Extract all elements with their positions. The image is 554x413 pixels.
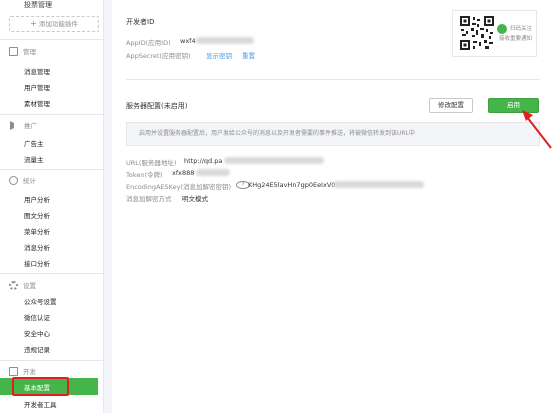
sidebar-item-api-analysis[interactable]: 接口分析 xyxy=(24,258,50,268)
server-config-title: 服务器配置(未启用) xyxy=(126,102,188,110)
qr-line2: 接收重要通知 xyxy=(499,36,533,42)
sidebar-item-materials[interactable]: 素材管理 xyxy=(24,98,50,108)
sidebar-item-messages[interactable]: 消息管理 xyxy=(24,66,50,76)
speaker-icon xyxy=(10,120,19,130)
encrypt-mode-label: 消息加解密方式 xyxy=(126,195,172,203)
sidebar-item-message-analysis[interactable]: 消息分析 xyxy=(24,242,50,252)
sidebar-item-article-analysis[interactable]: 图文分析 xyxy=(24,210,50,220)
main-panel: 开发者ID AppID(应用ID) wxf4 AppSecret(应用密钥) 显… xyxy=(112,0,554,413)
section-divider xyxy=(126,79,540,80)
sidebar-item-security[interactable]: 安全中心 xyxy=(24,328,50,338)
sidebar-item-users[interactable]: 用户管理 xyxy=(24,82,50,92)
sidebar: 投票管理 + 添加功能插件 管理 消息管理 用户管理 素材管理 推广 广告主 流量… xyxy=(0,0,104,413)
nav-group-title: 管理 xyxy=(23,48,36,56)
developer-id-title: 开发者ID xyxy=(126,18,155,26)
sidebar-item-menu-analysis[interactable]: 菜单分析 xyxy=(24,226,50,236)
add-plugin-label: 添加功能插件 xyxy=(38,20,78,28)
nav-group-title: 统计 xyxy=(23,177,36,185)
aeskey-label: EncodingAESKey(消息加解密密钥) xyxy=(126,183,231,191)
qr-line1: 扫码关注 xyxy=(510,26,533,32)
sidebar-item-verification[interactable]: 微信认证 xyxy=(24,312,50,322)
sidebar-item-vote[interactable]: 投票管理 xyxy=(24,0,52,10)
divider xyxy=(0,39,104,40)
sidebar-item-dev-tools[interactable]: 开发者工具 xyxy=(24,399,57,409)
url-value: http://qd.pa xyxy=(184,157,223,165)
redacted-blur xyxy=(196,37,254,44)
modify-config-button[interactable]: 修改配置 xyxy=(429,98,473,113)
mail-icon xyxy=(9,47,18,56)
divider xyxy=(0,360,104,361)
nav-group-title: 设置 xyxy=(23,282,36,290)
qr-card: 扫码关注 接收重要通知 xyxy=(452,10,537,57)
divider xyxy=(0,273,104,274)
redacted-blur xyxy=(196,169,230,176)
add-plugin-button[interactable]: + 添加功能插件 xyxy=(9,16,99,32)
token-value: xfx888 xyxy=(172,169,195,177)
gear-icon xyxy=(9,280,18,290)
pie-chart-icon xyxy=(9,175,18,185)
qr-code-icon xyxy=(459,15,495,51)
aeskey-value: KHg24E5lavHn7gp0EeIxV0 xyxy=(248,181,336,189)
annotation-highlight-box xyxy=(12,377,69,396)
encrypt-mode-value: 明文模式 xyxy=(182,195,208,203)
nav-group-title: 推广 xyxy=(24,122,37,130)
dev-icon xyxy=(9,366,18,376)
show-key-link[interactable]: 显示密钥 xyxy=(206,50,232,60)
token-label: Token(令牌) xyxy=(126,171,163,179)
nav-group-promote: 推广 xyxy=(9,120,37,130)
nav-group-title: 开发 xyxy=(23,368,36,376)
enable-button[interactable]: 启用 xyxy=(488,98,539,113)
divider xyxy=(0,114,104,115)
divider xyxy=(0,169,104,170)
server-notice: 启用并设置服务器配置后，用户发给公众号的消息以及开发者需要的事件推送，将被微信转… xyxy=(126,122,540,146)
nav-group-develop: 开发 xyxy=(9,366,36,376)
nav-group-stats: 统计 xyxy=(9,175,36,185)
appid-value: wxf4 xyxy=(180,37,196,45)
url-label: URL(服务器地址) xyxy=(126,159,177,167)
appid-label: AppID(应用ID) xyxy=(126,39,171,47)
appsecret-label: AppSecret(应用密钥) xyxy=(126,52,191,60)
nav-group-settings: 设置 xyxy=(9,280,36,290)
redacted-blur xyxy=(224,157,324,164)
nav-group-manage: 管理 xyxy=(9,46,36,56)
sidebar-item-user-analysis[interactable]: 用户分析 xyxy=(24,194,50,204)
reset-link[interactable]: 重置 xyxy=(242,50,255,60)
sidebar-item-violations[interactable]: 违规记录 xyxy=(24,344,50,354)
plus-icon: + xyxy=(30,19,37,28)
sidebar-item-traffic[interactable]: 流量主 xyxy=(24,154,44,164)
sidebar-item-account-settings[interactable]: 公众号设置 xyxy=(24,296,57,306)
wechat-icon xyxy=(497,24,507,34)
sidebar-item-advertiser[interactable]: 广告主 xyxy=(24,138,44,148)
redacted-blur xyxy=(334,181,424,188)
